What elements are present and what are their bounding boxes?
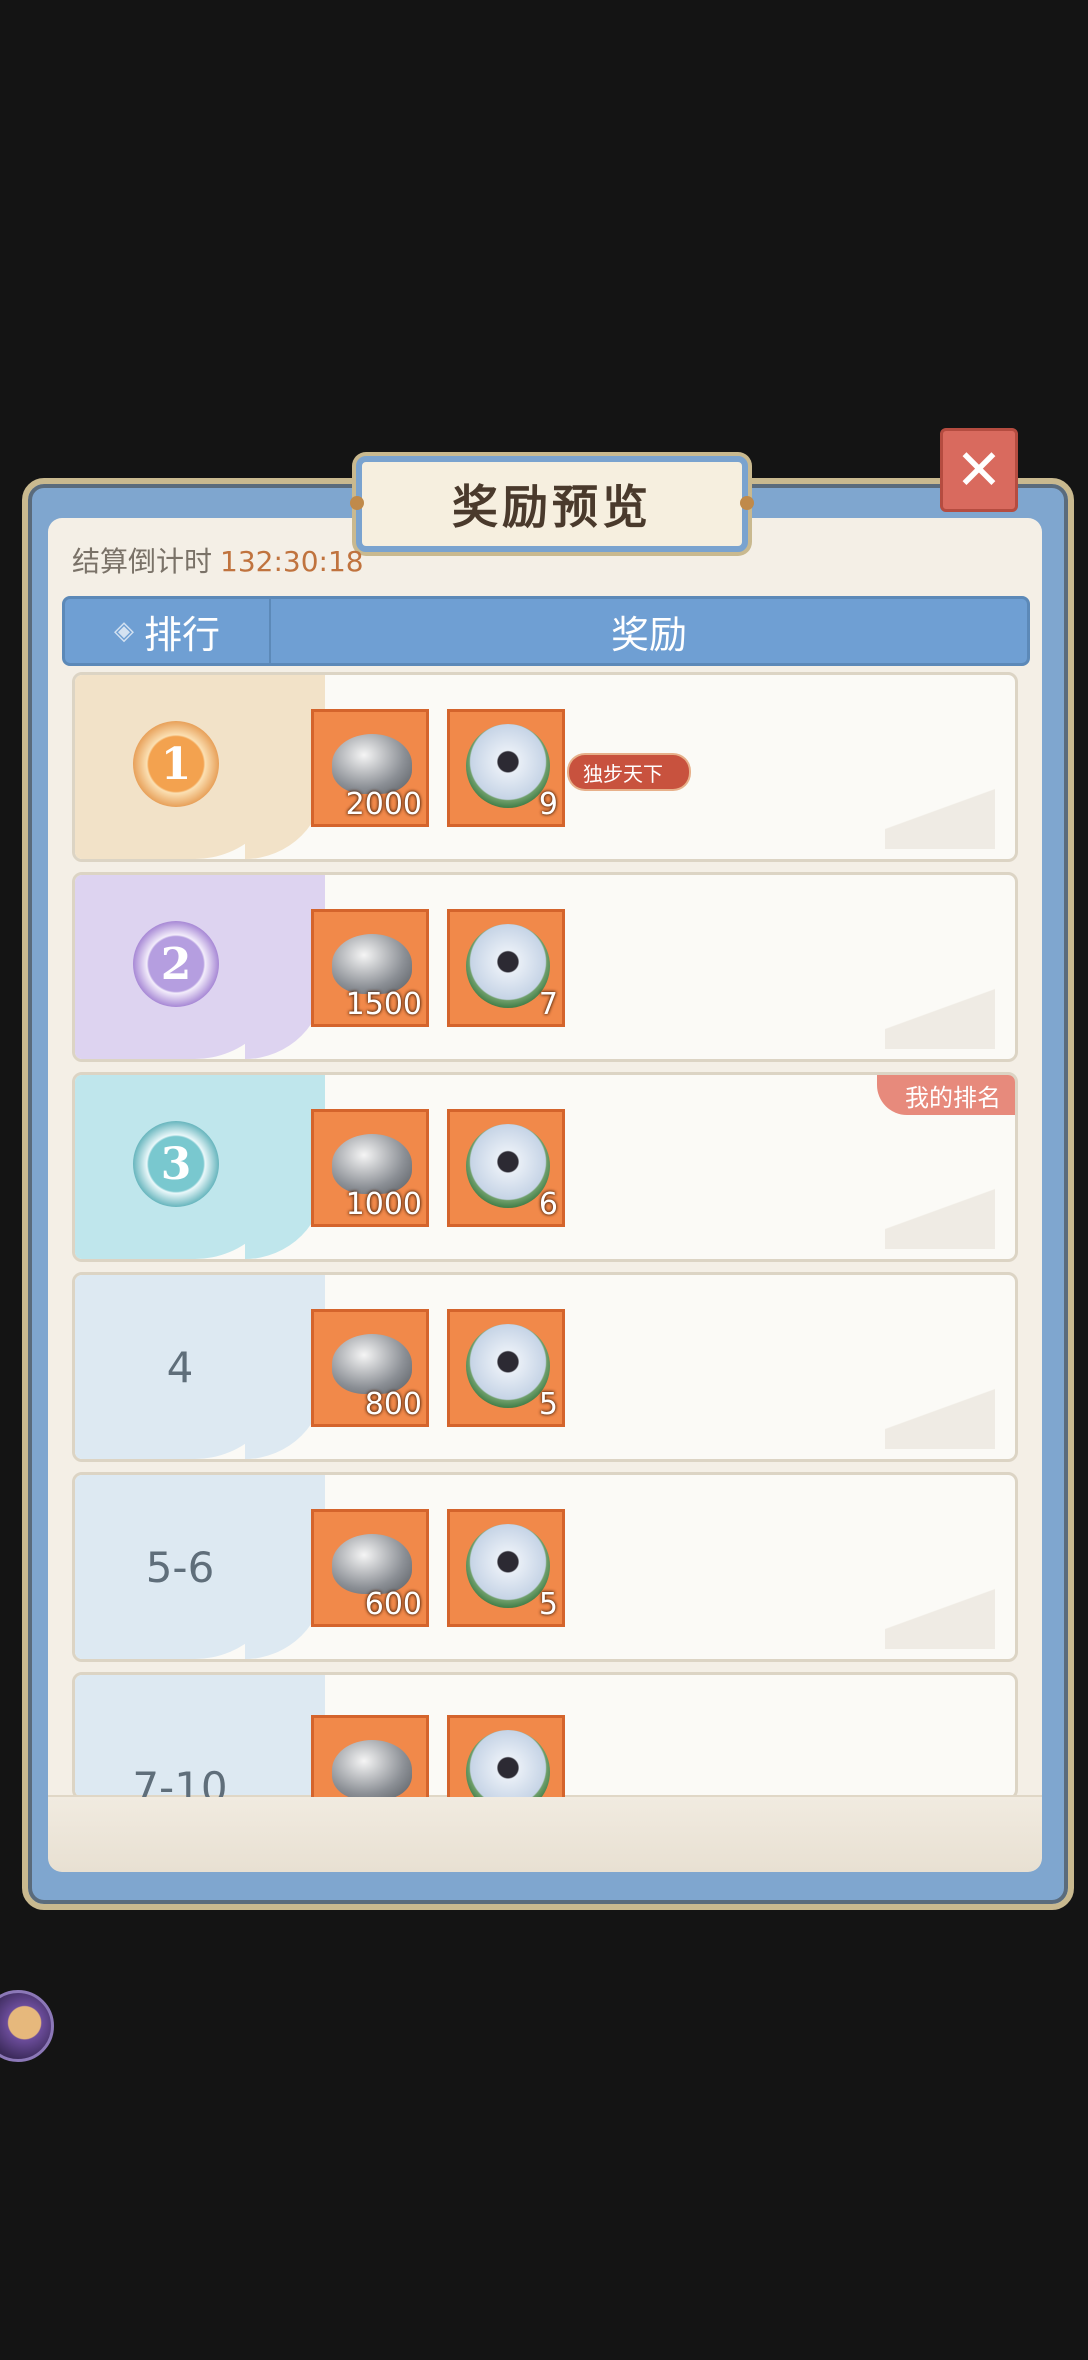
- table-header: ◈ 排行 奖励: [62, 596, 1030, 666]
- silver-ingot-icon: [332, 734, 412, 794]
- header-reward-label: 奖励: [610, 612, 687, 657]
- diamond-icon: ◈: [113, 616, 134, 646]
- item-count: 1500: [345, 987, 422, 1022]
- header-rank-label: 排行: [143, 612, 220, 657]
- mountain-decoration: [885, 979, 995, 1049]
- mountain-decoration: [885, 779, 995, 849]
- item-count: 800: [364, 1387, 422, 1422]
- silver-ingot-icon: [332, 1334, 412, 1394]
- reward-item[interactable]: 600: [311, 1509, 429, 1627]
- rank-label: 4: [166, 1342, 194, 1392]
- reward-item[interactable]: 2000: [311, 709, 429, 827]
- my-rank-badge: 我的排名: [877, 1075, 1015, 1115]
- dialog-title-tab: 奖励预览: [350, 456, 754, 552]
- item-count: 6: [538, 1187, 558, 1222]
- rank-row-3: 3 我的排名 1000 6: [72, 1072, 1018, 1262]
- reward-item[interactable]: 6: [447, 1109, 565, 1227]
- reward-item[interactable]: [311, 1715, 429, 1797]
- reward-item[interactable]: 800: [311, 1309, 429, 1427]
- close-button[interactable]: ✕: [940, 428, 1018, 512]
- mountain-decoration: [885, 1579, 995, 1649]
- mountain-decoration: [885, 1379, 995, 1449]
- reward-item[interactable]: 1000: [311, 1109, 429, 1227]
- lotus-icon: [466, 1124, 550, 1208]
- item-count: 1000: [345, 1187, 422, 1222]
- teal-medal-icon: 3: [133, 1121, 219, 1207]
- lotus-icon: [466, 1730, 550, 1797]
- item-count: 600: [364, 1587, 422, 1622]
- silver-ingot-icon: [332, 1534, 412, 1594]
- title-badge[interactable]: 独步天下: [569, 755, 689, 789]
- tab-knob-left: [350, 496, 364, 510]
- rank-row-4: 4 800 5: [72, 1272, 1018, 1462]
- silver-ingot-icon: [332, 934, 412, 994]
- item-count: 7: [538, 987, 558, 1022]
- scroll-fade: [48, 1795, 1042, 1872]
- reward-item[interactable]: 1500: [311, 909, 429, 1027]
- lotus-icon: [466, 924, 550, 1008]
- rank-row-7-10: 7-10: [72, 1672, 1018, 1800]
- silver-ingot-icon: [332, 1134, 412, 1194]
- close-icon: ✕: [955, 437, 1003, 503]
- item-count: 5: [538, 1587, 558, 1622]
- reward-item[interactable]: [447, 1715, 565, 1797]
- player-avatar[interactable]: [0, 1990, 54, 2062]
- tab-knob-right: [740, 496, 754, 510]
- silver-ingot-icon: [332, 1740, 412, 1797]
- rank-label: 7-10: [132, 1762, 228, 1800]
- header-reward: 奖励: [271, 599, 1027, 663]
- countdown-time: 132:30:18: [220, 545, 364, 578]
- gold-medal-icon: 1: [133, 721, 219, 807]
- lotus-icon: [466, 1524, 550, 1608]
- reward-item[interactable]: 7: [447, 909, 565, 1027]
- reward-item[interactable]: 9: [447, 709, 565, 827]
- dialog-title: 奖励预览: [452, 480, 652, 534]
- item-count: 9: [538, 787, 558, 822]
- purple-medal-icon: 2: [133, 921, 219, 1007]
- countdown: 结算倒计时 132:30:18: [72, 540, 364, 580]
- lotus-icon: [466, 724, 550, 808]
- item-count: 2000: [345, 787, 422, 822]
- item-count: 5: [538, 1387, 558, 1422]
- rank-row-5-6: 5-6 600 5: [72, 1472, 1018, 1662]
- reward-item[interactable]: 5: [447, 1309, 565, 1427]
- lotus-icon: [466, 1324, 550, 1408]
- rank-label: 5-6: [145, 1542, 215, 1592]
- header-rank: ◈ 排行: [65, 599, 271, 663]
- rank-row-1: 1 2000 9 独步天下: [72, 672, 1018, 862]
- countdown-label: 结算倒计时: [72, 545, 213, 578]
- rank-row-2: 2 1500 7: [72, 872, 1018, 1062]
- mountain-decoration: [885, 1179, 995, 1249]
- reward-item[interactable]: 5: [447, 1509, 565, 1627]
